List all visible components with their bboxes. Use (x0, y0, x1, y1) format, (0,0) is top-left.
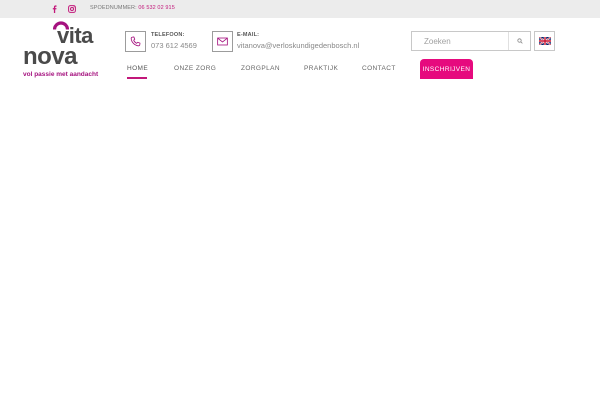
nav-item-praktijk[interactable]: PRAKTIJK (304, 65, 338, 72)
language-switcher[interactable] (534, 31, 555, 51)
email-label: E-MAIL: (237, 32, 260, 38)
mail-icon (217, 37, 228, 46)
mail-icon-box[interactable] (212, 31, 233, 52)
top-bar: SPOEDNUMMER: 06 532 02 915 (0, 0, 600, 18)
search-icon (516, 38, 523, 44)
emergency-label: SPOEDNUMMER: (90, 5, 137, 11)
nav-active-indicator (127, 77, 147, 79)
search-input[interactable] (412, 32, 508, 50)
emergency-number-link[interactable]: 06 532 02 915 (138, 5, 174, 11)
facebook-icon[interactable] (49, 4, 59, 14)
phone-icon-box[interactable] (125, 31, 146, 52)
emergency-number-text: SPOEDNUMMER: 06 532 02 915 (90, 5, 175, 11)
phone-number[interactable]: 073 612 4569 (151, 41, 197, 50)
search-box (411, 31, 531, 51)
nav-item-contact[interactable]: CONTACT (362, 65, 396, 72)
nav-item-onze-zorg[interactable]: ONZE ZORG (174, 65, 216, 72)
phone-icon (130, 36, 141, 47)
phone-label: TELEFOON: (151, 32, 185, 38)
nav-item-home[interactable]: HOME (127, 65, 148, 72)
email-address[interactable]: vitanova@verloskundigedenbosch.nl (237, 41, 359, 50)
nav-item-zorgplan[interactable]: ZORGPLAN (241, 65, 280, 72)
main-navigation: HOME ONZE ZORG ZORGPLAN PRAKTIJK CONTACT (0, 62, 600, 78)
instagram-icon[interactable] (67, 4, 77, 14)
inschrijven-button[interactable]: INSCHRIJVEN (420, 59, 473, 79)
uk-flag-icon (538, 37, 551, 45)
search-button[interactable] (508, 32, 530, 50)
